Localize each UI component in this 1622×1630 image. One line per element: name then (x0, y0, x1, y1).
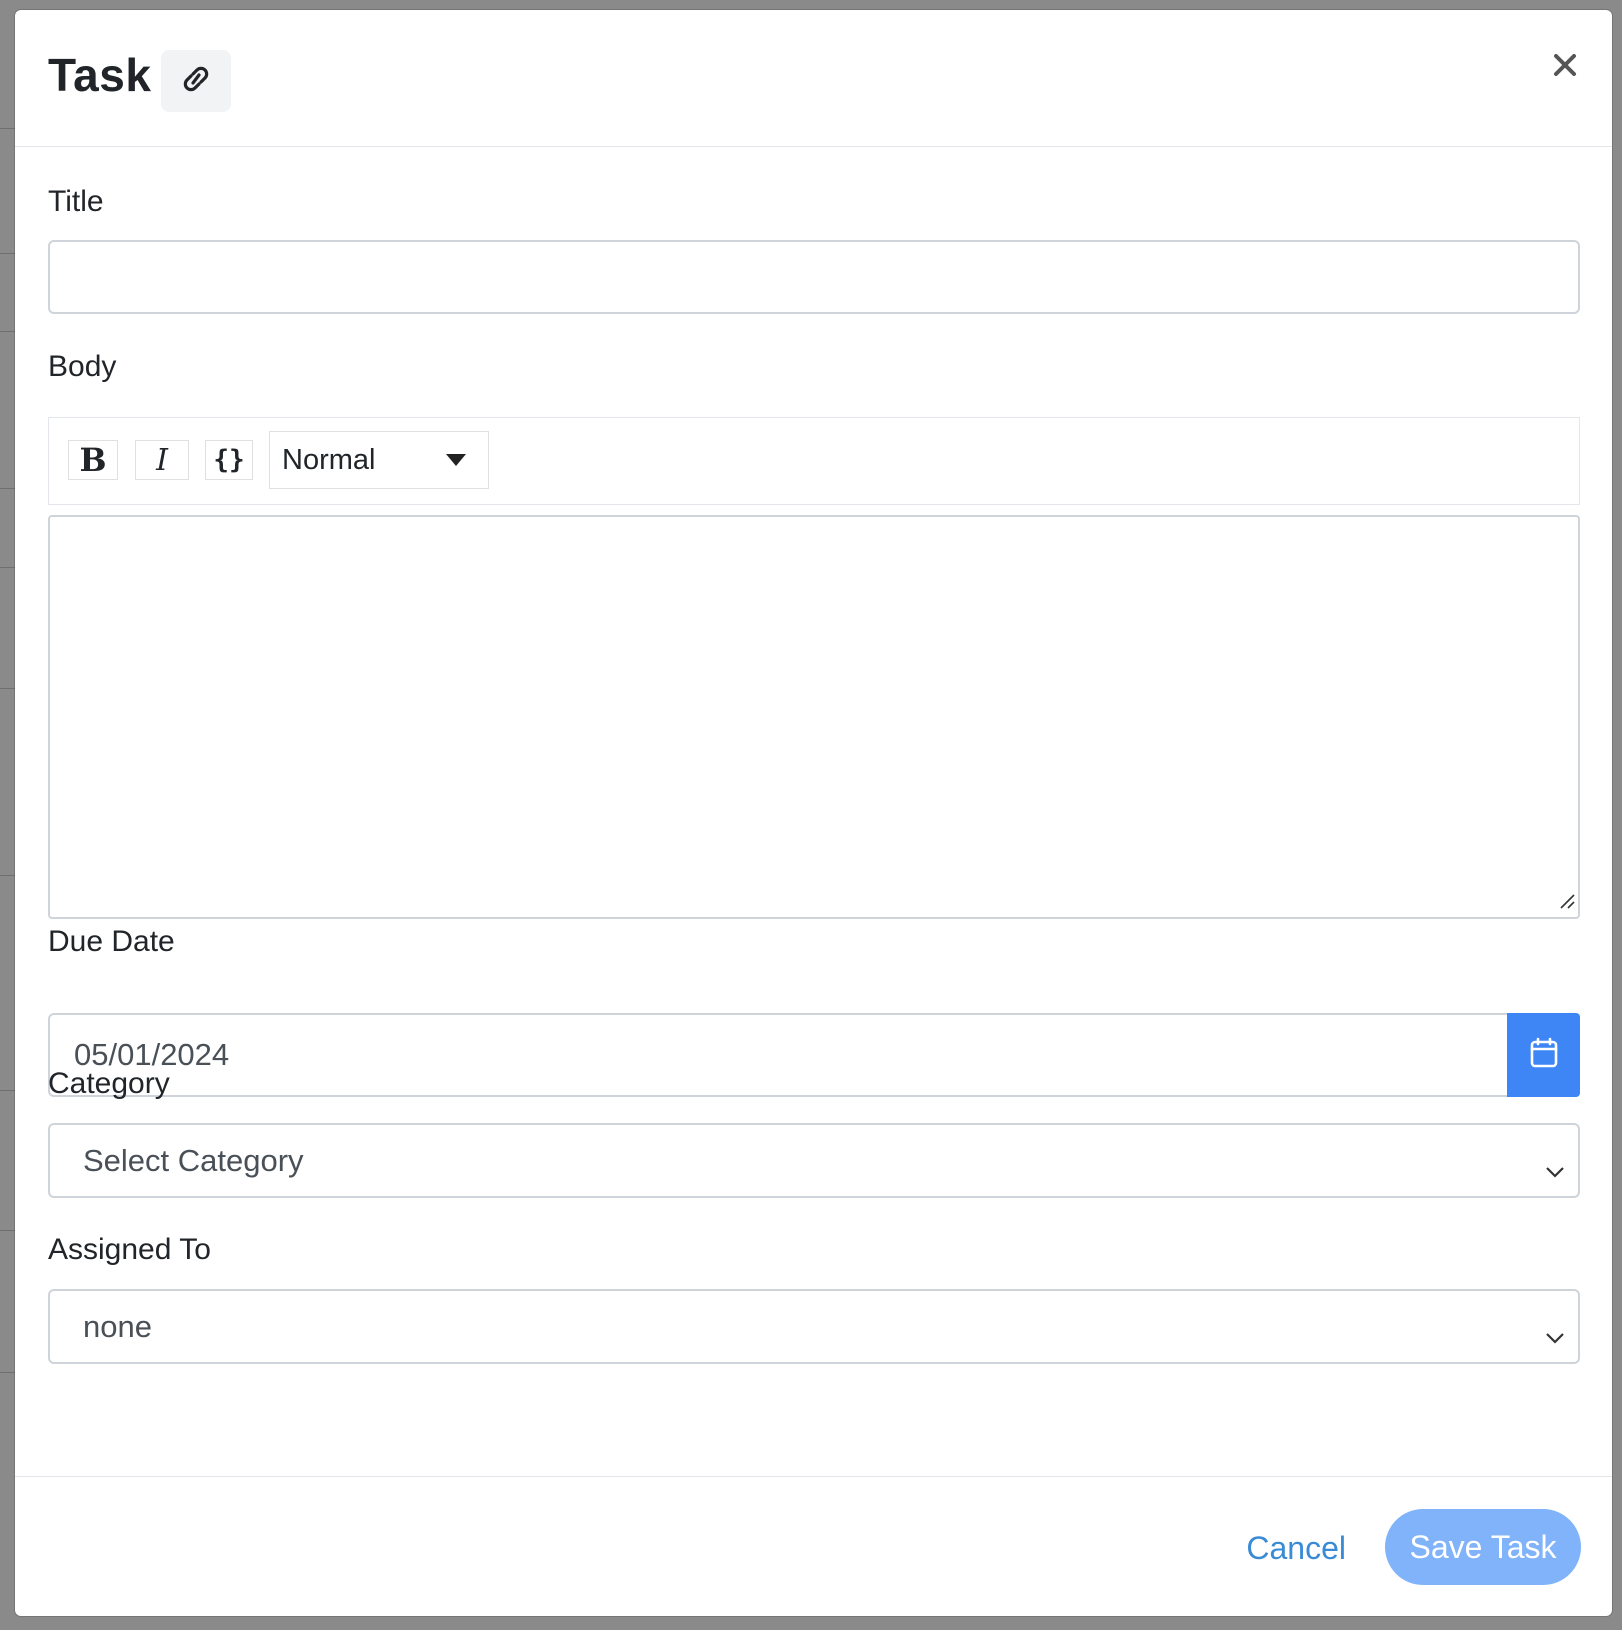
editor-toolbar: B I {} Normal (48, 417, 1580, 505)
body-label: Body (48, 350, 117, 383)
body-editor[interactable] (48, 515, 1580, 919)
close-button[interactable] (1548, 50, 1582, 84)
cancel-button[interactable]: Cancel (1240, 1529, 1352, 1568)
caret-down-icon (446, 454, 466, 466)
assigned-to-select[interactable]: none (48, 1289, 1580, 1364)
due-date-input[interactable] (48, 1013, 1507, 1097)
assigned-to-select-value: none (83, 1308, 152, 1344)
modal-title: Task (48, 49, 152, 101)
assigned-to-label: Assigned To (48, 1233, 211, 1266)
modal-footer: Cancel Save Task (15, 1476, 1612, 1616)
code-button[interactable]: {} (205, 440, 253, 480)
format-select[interactable]: Normal (269, 431, 489, 489)
copy-link-button[interactable] (161, 50, 231, 112)
bold-button[interactable]: B (68, 440, 118, 480)
chevron-down-icon (1544, 1317, 1566, 1353)
task-modal: Task Title Body B I {} Normal Due Date 0… (15, 10, 1612, 1616)
title-input[interactable] (48, 240, 1580, 314)
italic-button[interactable]: I (135, 440, 189, 480)
format-select-value: Normal (282, 443, 376, 476)
due-date-group (48, 1013, 1580, 1097)
chevron-down-icon (1544, 1151, 1566, 1187)
save-task-button[interactable]: Save Task (1385, 1509, 1581, 1585)
resize-handle-icon[interactable] (1558, 892, 1576, 915)
category-label: Category (48, 1067, 170, 1100)
modal-header: Task (15, 10, 1612, 147)
title-label: Title (48, 185, 104, 218)
due-date-label: Due Date (48, 925, 175, 958)
category-select[interactable]: Select Category (48, 1123, 1580, 1198)
link-icon (178, 64, 214, 99)
close-icon (1553, 53, 1577, 82)
modal-body: Title Body B I {} Normal Due Date 05/01/… (15, 147, 1612, 1486)
category-select-value: Select Category (83, 1142, 304, 1178)
calendar-button[interactable] (1507, 1013, 1580, 1097)
calendar-icon (1529, 1037, 1559, 1074)
